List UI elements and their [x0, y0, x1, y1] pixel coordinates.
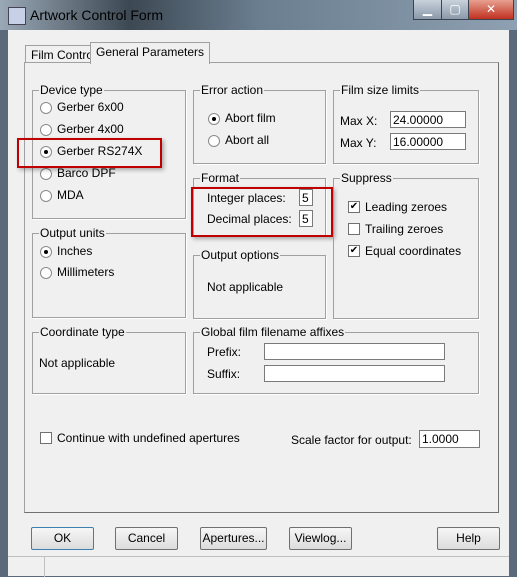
- checkbox-label: Equal coordinates: [365, 244, 462, 258]
- maximize-button[interactable]: ▢: [441, 0, 469, 20]
- radio-mda[interactable]: [40, 190, 52, 202]
- radio-label: MDA: [57, 188, 84, 202]
- minimize-button[interactable]: ▁: [413, 0, 442, 20]
- checkbox-label: Trailing zeroes: [365, 222, 444, 236]
- max-x-input[interactable]: 24.00000: [390, 111, 466, 128]
- affixes-group: Global film filename affixes: [193, 325, 479, 394]
- group-label: Device type: [39, 83, 104, 97]
- radio-label: Gerber 6x00: [57, 100, 124, 114]
- group-label: Error action: [200, 83, 265, 97]
- viewlog-button[interactable]: Viewlog...: [289, 527, 352, 550]
- checkbox-label: Leading zeroes: [365, 200, 448, 214]
- error-action-group: Error action: [193, 83, 326, 164]
- status-bar: [8, 556, 509, 577]
- group-label: Output options: [200, 248, 281, 262]
- radio-gerber-4x00[interactable]: [40, 124, 52, 136]
- radio-label: Millimeters: [57, 265, 115, 279]
- group-label: Coordinate type: [39, 325, 126, 339]
- window-title: Artwork Control Form: [30, 7, 164, 23]
- app-icon: [8, 7, 26, 25]
- group-label: Format: [200, 171, 241, 185]
- suffix-input[interactable]: [264, 365, 445, 382]
- radio-gerber-6x00[interactable]: [40, 102, 52, 114]
- tab-general-parameters[interactable]: General Parameters: [90, 42, 211, 64]
- close-button[interactable]: ✕: [468, 0, 514, 20]
- checkbox-equal-coordinates[interactable]: ✔: [348, 245, 360, 257]
- checkbox-trailing-zeroes[interactable]: [348, 223, 360, 235]
- radio-label: Barco DPF: [57, 166, 116, 180]
- radio-abort-all[interactable]: [208, 135, 220, 147]
- radio-label: Gerber 4x00: [57, 122, 124, 136]
- checkbox-leading-zeroes[interactable]: ✔: [348, 201, 360, 213]
- highlight-box: [191, 187, 333, 237]
- scale-factor-label: Scale factor for output:: [291, 433, 412, 447]
- radio-barco-dpf[interactable]: [40, 168, 52, 180]
- radio-label: Abort all: [225, 133, 270, 147]
- max-y-label: Max Y:: [340, 136, 377, 150]
- group-label: Output units: [39, 226, 106, 240]
- radio-abort-film[interactable]: [208, 113, 220, 125]
- ok-button[interactable]: OK: [31, 527, 94, 550]
- group-label: Suppress: [340, 171, 393, 185]
- highlight-box: [17, 138, 162, 168]
- max-y-input[interactable]: 16.00000: [390, 133, 466, 150]
- apertures-button[interactable]: Apertures...: [200, 527, 267, 550]
- radio-label: Inches: [57, 244, 93, 258]
- suffix-label: Suffix:: [207, 367, 241, 381]
- prefix-input[interactable]: [264, 343, 445, 360]
- max-x-label: Max X:: [340, 114, 378, 128]
- continue-label: Continue with undefined apertures: [57, 431, 240, 445]
- group-label: Film size limits: [340, 83, 420, 97]
- coordinate-type-text: Not applicable: [39, 356, 116, 370]
- help-button[interactable]: Help: [437, 527, 500, 550]
- prefix-label: Prefix:: [207, 345, 242, 359]
- cancel-button[interactable]: Cancel: [115, 527, 178, 550]
- group-label: Global film filename affixes: [200, 325, 346, 339]
- radio-millimeters[interactable]: [40, 267, 52, 279]
- scale-factor-input[interactable]: 1.0000: [419, 430, 480, 448]
- output-options-text: Not applicable: [207, 280, 284, 294]
- radio-label: Abort film: [225, 111, 276, 125]
- radio-inches[interactable]: [40, 246, 52, 258]
- continue-checkbox[interactable]: [40, 432, 52, 444]
